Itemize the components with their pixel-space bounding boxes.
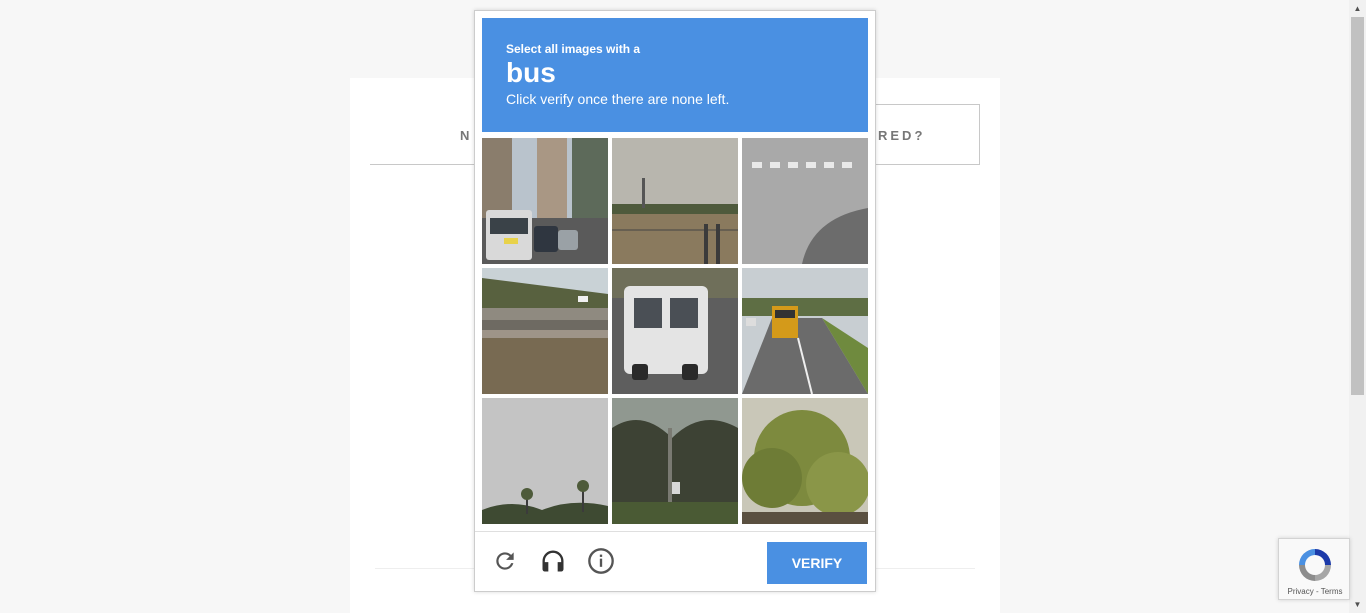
highway-bridge-image: [482, 268, 608, 394]
tree-foliage-image: [742, 398, 868, 524]
page-tab-left-label[interactable]: N: [460, 128, 472, 143]
captcha-tile-1[interactable]: [482, 138, 608, 264]
captcha-tile-4[interactable]: [482, 268, 608, 394]
crosswalk-image: [742, 138, 868, 264]
headphones-icon: [542, 550, 564, 572]
captcha-challenge: Select all images with a bus Click verif…: [474, 10, 876, 592]
captcha-tile-9[interactable]: [742, 398, 868, 524]
page-scrollbar[interactable]: ▲ ▼: [1349, 0, 1366, 613]
captcha-subinstruction: Click verify once there are none left.: [506, 91, 730, 107]
captcha-footer: VERIFY: [475, 531, 875, 591]
trees-pole-image: [612, 398, 738, 524]
scroll-thumb[interactable]: [1351, 17, 1364, 395]
verify-button[interactable]: VERIFY: [767, 542, 867, 584]
captcha-tile-5[interactable]: [612, 268, 738, 394]
captcha-tile-6[interactable]: [742, 268, 868, 394]
sky-palms-image: [482, 398, 608, 524]
school-bus-road-image: [742, 268, 868, 394]
recaptcha-badge[interactable]: Privacy - Terms: [1278, 538, 1350, 600]
captcha-target-object: bus: [506, 57, 556, 88]
reload-button[interactable]: [490, 546, 520, 576]
captcha-tile-3[interactable]: [742, 138, 868, 264]
captcha-tile-8[interactable]: [612, 398, 738, 524]
captcha-tile-7[interactable]: [482, 398, 608, 524]
field-fence-image: [612, 138, 738, 264]
page-tab-right-label[interactable]: RED?: [878, 128, 925, 143]
scroll-up-arrow[interactable]: ▲: [1349, 0, 1366, 17]
audio-challenge-button[interactable]: [538, 546, 568, 576]
info-icon: [588, 548, 614, 574]
captcha-tile-2[interactable]: [612, 138, 738, 264]
scroll-down-arrow[interactable]: ▼: [1349, 596, 1366, 613]
captcha-instruction: Select all images with a: [506, 42, 641, 56]
info-button[interactable]: [586, 546, 616, 576]
reload-icon: [496, 552, 514, 570]
recaptcha-logo-icon: [1299, 549, 1331, 581]
captcha-header: Select all images with a bus Click verif…: [482, 18, 868, 132]
recaptcha-privacy-terms[interactable]: Privacy - Terms: [1279, 587, 1351, 596]
white-bus-image: [612, 268, 738, 394]
captcha-image-grid: [482, 138, 868, 524]
street-bus-image: [482, 138, 608, 264]
